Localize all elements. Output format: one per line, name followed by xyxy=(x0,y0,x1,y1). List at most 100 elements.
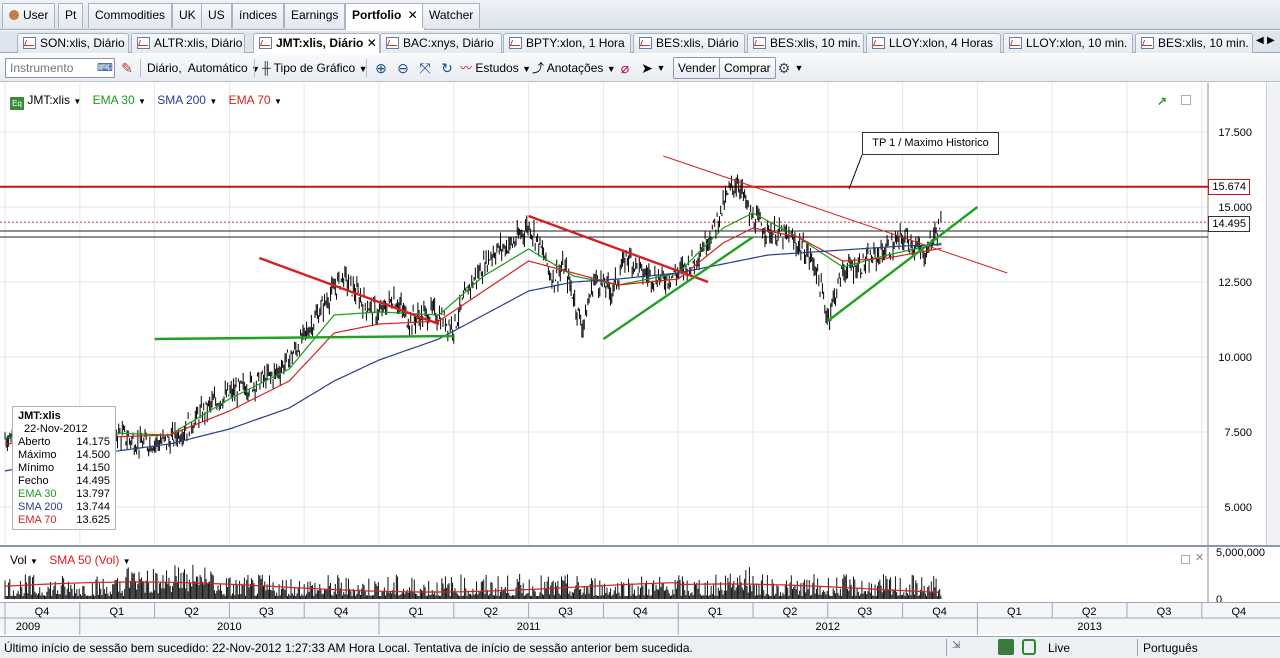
chart-tab-label: BES:xlis, 10 min. xyxy=(1158,36,1249,50)
vol-tick-label: 0 xyxy=(1216,594,1222,602)
ohlc-row: Mínimo 14.150 xyxy=(18,462,110,475)
quarter-label: Q3 xyxy=(259,606,274,618)
tab-us[interactable]: US xyxy=(201,3,232,28)
ohlc-row: Aberto 14.175 xyxy=(18,436,110,449)
zoom-out-icon[interactable]: ⊖ xyxy=(394,59,412,77)
quarter-label: Q1 xyxy=(708,606,723,618)
chevron-down-icon[interactable]: ▼ xyxy=(138,97,146,106)
period-label: Diário, xyxy=(147,61,182,75)
year-label: 2010 xyxy=(217,621,241,633)
chevron-down-icon[interactable]: ▼ xyxy=(73,97,81,106)
trendline xyxy=(663,155,1008,274)
tab-scroll-left-icon[interactable]: ◀ xyxy=(1256,35,1264,46)
last-price-tag: 14.495 xyxy=(1208,216,1250,232)
chevron-down-icon[interactable]: ▼ xyxy=(123,557,131,566)
maximize-icon[interactable] xyxy=(1181,555,1190,564)
period-mode-label: Automático xyxy=(187,61,248,75)
chart-type-dropdown[interactable]: ╫ Tipo de Gráfico ▼ xyxy=(262,58,368,78)
fit-icon[interactable]: ⤧ xyxy=(416,59,434,77)
studies-dropdown[interactable]: 〰 Estudos ▼ xyxy=(460,58,531,78)
ohlc-value: 13.744 xyxy=(76,501,110,513)
close-icon[interactable]: ✕ xyxy=(408,8,418,22)
chevron-down-icon[interactable]: ▼ xyxy=(274,97,282,106)
tab-portfolio[interactable]: Portfolio ✕ xyxy=(345,3,425,30)
buy-button[interactable]: Comprar xyxy=(719,57,776,79)
trendline xyxy=(154,334,454,341)
ohlc-value: 13.797 xyxy=(76,488,110,500)
year-label: 2012 xyxy=(816,621,840,633)
chart-icon xyxy=(509,37,522,49)
chevron-down-icon[interactable]: ▼ xyxy=(652,59,670,77)
chart-tab-label: BES:xlis, Diário xyxy=(656,36,739,50)
maximize-icon[interactable] xyxy=(1181,95,1191,105)
legend-sma50-vol[interactable]: SMA 50 (Vol) xyxy=(49,553,119,567)
vertical-scrollbar[interactable] xyxy=(1266,83,1280,545)
chart-tab[interactable]: BAC:xnys, Diário xyxy=(380,33,502,53)
legend-symbol[interactable]: JMT:xlis xyxy=(27,93,70,107)
ohlc-row: EMA 30 13.797 xyxy=(18,488,110,501)
ohlc-label: EMA 30 xyxy=(18,488,57,500)
price-bars xyxy=(4,174,942,459)
tab-watcher[interactable]: Watcher xyxy=(422,3,481,28)
chart-tab[interactable]: LLOY:xlon, 4 Horas xyxy=(866,33,1001,53)
quarter-label: Q1 xyxy=(1007,606,1022,618)
chevron-down-icon[interactable]: ▼ xyxy=(30,557,38,566)
candlestick-icon: ╫ xyxy=(262,61,271,75)
zoom-in-icon[interactable]: ⊕ xyxy=(372,59,390,77)
chart-tab[interactable]: SON:xlis, Diário xyxy=(17,33,129,53)
chart-tab[interactable]: BES:xlis, 10 min. xyxy=(747,33,864,53)
tab-scroll-right-icon[interactable]: ▶ xyxy=(1267,35,1275,46)
resize-icon[interactable]: ⇲ xyxy=(952,640,960,651)
ohlc-value: 13.625 xyxy=(76,514,110,526)
chart-tab[interactable]: ALTR:xlis, Diário xyxy=(131,33,245,53)
chart-tab-label: LLOY:xlon, 10 min. xyxy=(1026,36,1128,50)
chart-tab[interactable]: BES:xlis, 10 min. xyxy=(1135,33,1253,53)
ohlc-label: Fecho xyxy=(18,475,49,487)
ohlc-label: SMA 200 xyxy=(18,501,63,513)
ma-line xyxy=(4,244,942,472)
studies-label: Estudos xyxy=(475,61,519,75)
chart-tab[interactable]: BPTY:xlon, 1 Hora xyxy=(503,33,631,53)
price-chart-panel[interactable]: 17.500 15.000 12.500 10.000 7.500 5.000 Eq JM… xyxy=(0,83,1280,545)
volume-panel[interactable]: 5,000,000 0 Vol ▼ SMA 50 (Vol) ▼ ✕ xyxy=(0,545,1280,602)
chart-icon xyxy=(259,37,272,49)
chart-tab[interactable]: BES:xlis, Diário xyxy=(633,33,745,53)
eraser-icon[interactable]: ⌀ xyxy=(616,59,634,77)
ohlc-title: JMT:xlis xyxy=(18,410,61,422)
quarter-label: Q3 xyxy=(857,606,872,618)
tab-label: Portfolio xyxy=(352,8,402,22)
annotations-dropdown[interactable]: ⤴ Anotações ▼ xyxy=(532,58,616,78)
tab-label: US xyxy=(208,8,225,22)
tab-commodities[interactable]: Commodities xyxy=(88,3,173,28)
vol-tick-label: 5,000,000 xyxy=(1216,547,1265,559)
language-label[interactable]: Português xyxy=(1143,641,1198,655)
legend-vol[interactable]: Vol xyxy=(10,553,27,567)
ohlc-label: EMA 70 xyxy=(18,514,57,526)
legend-sma200[interactable]: SMA 200 xyxy=(157,93,206,107)
tab-uk[interactable]: UK xyxy=(172,3,203,28)
annotation-callout[interactable]: TP 1 / Maximo Historico xyxy=(862,132,999,155)
tab-user[interactable]: User xyxy=(2,3,56,28)
year-label: 2011 xyxy=(517,621,541,633)
chart-tab-active[interactable]: JMT:xlis, Diário ✕ xyxy=(253,33,380,53)
chart-tab[interactable]: LLOY:xlon, 10 min. xyxy=(1003,33,1133,53)
tab-indices[interactable]: índices xyxy=(232,3,285,28)
ohlc-date: 22-Nov-2012 xyxy=(24,423,88,435)
close-icon[interactable]: ✕ xyxy=(1195,551,1204,564)
sell-button[interactable]: Vender xyxy=(673,57,722,79)
legend-ema70[interactable]: EMA 70 xyxy=(229,93,271,107)
keyboard-icon[interactable]: ⌨ xyxy=(96,59,114,77)
ohlc-label: Mínimo xyxy=(18,462,55,474)
quarter-label: Q3 xyxy=(1157,606,1172,618)
chevron-down-icon[interactable]: ▼ xyxy=(790,59,808,77)
chevron-down-icon: ▼ xyxy=(251,64,260,74)
close-icon[interactable]: ✕ xyxy=(367,36,377,50)
period-dropdown[interactable]: Diário, Automático ▼ xyxy=(147,58,260,78)
refresh-icon[interactable]: ↻ xyxy=(438,59,456,77)
legend-ema30[interactable]: EMA 30 xyxy=(93,93,135,107)
tab-earnings[interactable]: Earnings xyxy=(284,3,346,28)
tab-pt[interactable]: Pt xyxy=(58,3,84,28)
chevron-down-icon[interactable]: ▼ xyxy=(209,97,217,106)
draw-trend-icon[interactable]: ✎ xyxy=(118,59,136,77)
tab-label: Watcher xyxy=(429,8,474,22)
